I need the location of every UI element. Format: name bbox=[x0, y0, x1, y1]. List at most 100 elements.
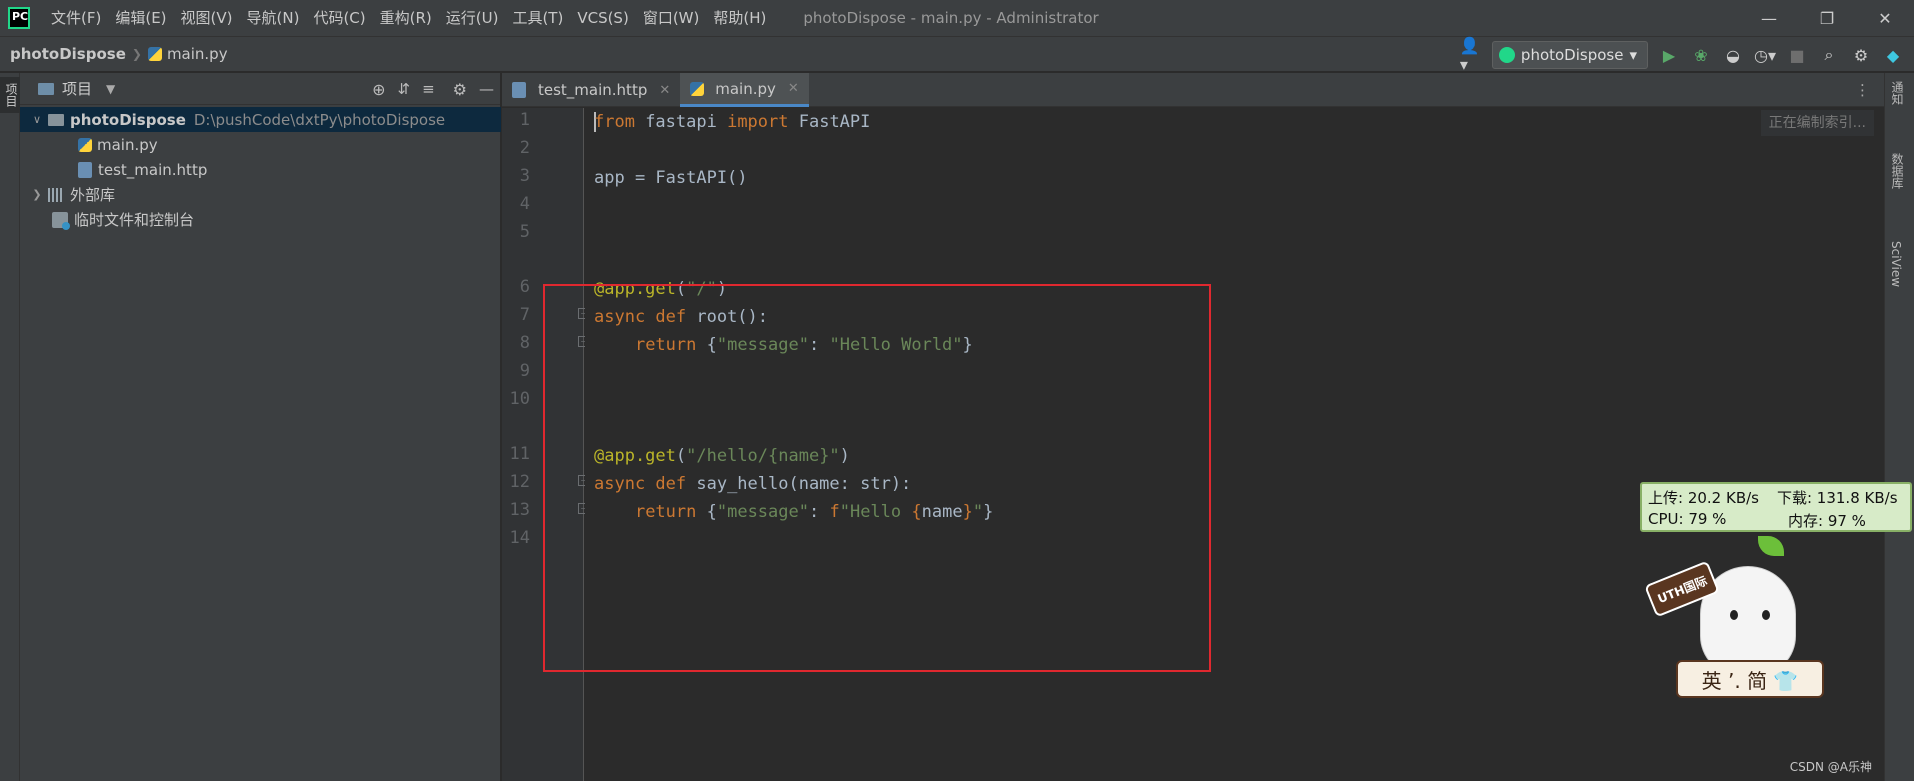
toolbar-right: 👤▾ photoDispose ▾ ▶ ❀ ◒ ◷▾ ■ ⌕ ⚙ ◆ bbox=[1460, 36, 1904, 74]
code-line-7: async def root(): bbox=[594, 307, 769, 327]
scratches-icon bbox=[52, 211, 70, 230]
tree-item-external-libraries[interactable]: ❯ 外部库 bbox=[20, 182, 501, 207]
user-icon[interactable]: 👤▾ bbox=[1460, 36, 1482, 74]
restore-icon[interactable]: ❐ bbox=[1798, 0, 1856, 36]
python-file-icon bbox=[78, 137, 92, 152]
run-configuration-select[interactable]: photoDispose ▾ bbox=[1491, 41, 1648, 69]
tree-scratches-label: 临时文件和控制台 bbox=[74, 211, 195, 229]
menu-vcs[interactable]: VCS(S) bbox=[570, 0, 635, 36]
debug-icon[interactable]: ❀ bbox=[1690, 44, 1712, 66]
menu-edit[interactable]: 编辑(E) bbox=[108, 0, 173, 36]
project-panel-title[interactable]: 项目 bbox=[62, 78, 92, 99]
run-icon[interactable]: ▶ bbox=[1658, 44, 1680, 66]
hide-panel-icon[interactable]: — bbox=[479, 80, 494, 98]
upload-speed: 上传: 20.2 KB/s bbox=[1648, 489, 1759, 507]
menu-tools[interactable]: 工具(T) bbox=[505, 0, 570, 36]
settings-gear-icon[interactable]: ⚙ bbox=[1850, 44, 1872, 66]
line-number: 12 bbox=[509, 472, 530, 492]
memory-usage: 内存: 97 % bbox=[1788, 512, 1866, 530]
run-config-label: photoDispose bbox=[1520, 46, 1624, 64]
project-panel: 项目 ▼ ⊕ ⇵ ≡ ⚙ — ∨ photoDispose D:\pushCod… bbox=[20, 73, 501, 781]
ime-mascot[interactable]: UTH国际 英 ’. 简 👕 bbox=[1644, 536, 1828, 706]
project-view-icon bbox=[38, 82, 54, 95]
jetbrains-toolbox-icon[interactable]: ◆ bbox=[1882, 44, 1904, 66]
menu-help[interactable]: 帮助(H) bbox=[706, 0, 773, 36]
search-icon[interactable]: ⌕ bbox=[1818, 44, 1840, 66]
watermark: CSDN @A乐神 bbox=[1789, 760, 1872, 774]
locate-target-icon[interactable]: ⊕ bbox=[372, 80, 385, 99]
line-number: 5 bbox=[519, 222, 530, 242]
menu-file[interactable]: 文件(F) bbox=[44, 0, 108, 36]
folder-icon bbox=[48, 113, 64, 126]
menu-navigate[interactable]: 导航(N) bbox=[240, 0, 307, 36]
line-number: 11 bbox=[509, 444, 530, 464]
tree-item-project-root[interactable]: ∨ photoDispose D:\pushCode\dxtPy\photoDi… bbox=[20, 107, 501, 132]
breadcrumb-separator-icon: ❯ bbox=[131, 47, 142, 61]
line-number: 6 bbox=[519, 277, 530, 297]
more-tabs-icon[interactable]: ⋮ bbox=[1855, 73, 1870, 107]
editor-gutter: 1 2 3 4 5 6 7 8 9 10 11 12 13 14 − − − − bbox=[502, 108, 589, 781]
close-tab-icon[interactable]: ✕ bbox=[788, 81, 799, 96]
line-number: 13 bbox=[509, 500, 530, 520]
indexing-status: 正在编制索引... bbox=[1760, 110, 1874, 136]
database-tab[interactable]: 数据库 bbox=[1889, 153, 1906, 189]
gear-icon[interactable]: ⚙ bbox=[453, 80, 467, 99]
profile-icon[interactable]: ◷▾ bbox=[1754, 44, 1776, 66]
project-tool-tab[interactable]: 项目 bbox=[0, 77, 20, 113]
tree-libs-label: 外部库 bbox=[70, 186, 116, 204]
menu-refactor[interactable]: 重构(R) bbox=[373, 0, 439, 36]
breadcrumb-file[interactable]: main.py bbox=[147, 45, 228, 63]
mascot-eye bbox=[1730, 610, 1738, 620]
tree-item-main-py[interactable]: main.py bbox=[20, 132, 501, 157]
line-number: 8 bbox=[519, 333, 530, 353]
line-number: 7 bbox=[519, 305, 530, 325]
tab-main-py[interactable]: main.py ✕ bbox=[680, 73, 809, 107]
editor-tabs: test_main.http ✕ main.py ✕ ⋮ bbox=[502, 73, 1884, 107]
stop-icon[interactable]: ■ bbox=[1786, 44, 1808, 66]
line-number: 9 bbox=[519, 361, 530, 381]
line-number: 14 bbox=[509, 528, 530, 548]
project-panel-header: 项目 ▼ ⊕ ⇵ ≡ ⚙ — bbox=[20, 73, 500, 105]
tree-item-test-main-http[interactable]: test_main.http bbox=[20, 157, 501, 182]
expand-all-icon[interactable]: ⇵ bbox=[398, 80, 411, 98]
http-file-icon bbox=[78, 161, 92, 178]
code-line-12: async def say_hello(name: str): bbox=[594, 474, 912, 494]
menu-run[interactable]: 运行(U) bbox=[439, 0, 506, 36]
tree-file-label: main.py bbox=[97, 135, 158, 154]
left-tool-strip: 项目 bbox=[0, 73, 20, 781]
window-title: photoDispose - main.py - Administrator bbox=[803, 9, 1099, 27]
download-speed: 下载: 131.8 KB/s bbox=[1776, 489, 1898, 507]
minimize-icon[interactable]: — bbox=[1740, 0, 1798, 36]
line-number: 1 bbox=[519, 110, 530, 130]
code-line-3: app = FastAPI() bbox=[594, 168, 748, 188]
code-line-6: @app.get("/") bbox=[594, 279, 728, 299]
pycharm-logo-icon[interactable]: PC bbox=[8, 7, 30, 29]
tab-test-main-http[interactable]: test_main.http ✕ bbox=[502, 73, 680, 107]
chevron-down-icon[interactable]: ∨ bbox=[30, 113, 44, 126]
notifications-tab[interactable]: 通知 bbox=[1889, 81, 1906, 105]
code-line-13: return {"message": f"Hello {name}"} bbox=[634, 502, 994, 522]
close-tab-icon[interactable]: ✕ bbox=[659, 83, 670, 98]
sciview-tab[interactable]: SciView bbox=[1889, 241, 1903, 287]
tree-root-name: photoDispose bbox=[70, 110, 186, 129]
collapse-all-icon[interactable]: ≡ bbox=[422, 80, 435, 98]
tree-root-path: D:\pushCode\dxtPy\photoDispose bbox=[193, 110, 446, 129]
leaf-icon bbox=[1758, 536, 1784, 556]
chevron-right-icon[interactable]: ❯ bbox=[30, 188, 44, 201]
line-number: 2 bbox=[519, 138, 530, 158]
tab-label: test_main.http bbox=[538, 81, 648, 99]
coverage-icon[interactable]: ◒ bbox=[1722, 44, 1744, 66]
tree-item-scratches[interactable]: 临时文件和控制台 bbox=[20, 207, 501, 232]
chevron-down-icon[interactable]: ▼ bbox=[106, 82, 115, 96]
ime-mode-plate[interactable]: 英 ’. 简 👕 bbox=[1676, 660, 1824, 698]
title-bar: PC 文件(F) 编辑(E) 视图(V) 导航(N) 代码(C) 重构(R) 运… bbox=[0, 0, 1914, 36]
menu-window[interactable]: 窗口(W) bbox=[636, 0, 707, 36]
menu-code[interactable]: 代码(C) bbox=[306, 0, 372, 36]
network-monitor-widget[interactable]: 上传: 20.2 KB/s 下载: 131.8 KB/s CPU: 79 % 内… bbox=[1640, 482, 1912, 532]
breadcrumb-file-label: main.py bbox=[166, 45, 228, 63]
chevron-down-icon: ▾ bbox=[1629, 46, 1637, 64]
breadcrumb-project[interactable]: photoDispose bbox=[10, 45, 126, 63]
menu-bar: 文件(F) 编辑(E) 视图(V) 导航(N) 代码(C) 重构(R) 运行(U… bbox=[44, 0, 773, 36]
menu-view[interactable]: 视图(V) bbox=[174, 0, 240, 36]
close-icon[interactable]: ✕ bbox=[1856, 0, 1914, 36]
